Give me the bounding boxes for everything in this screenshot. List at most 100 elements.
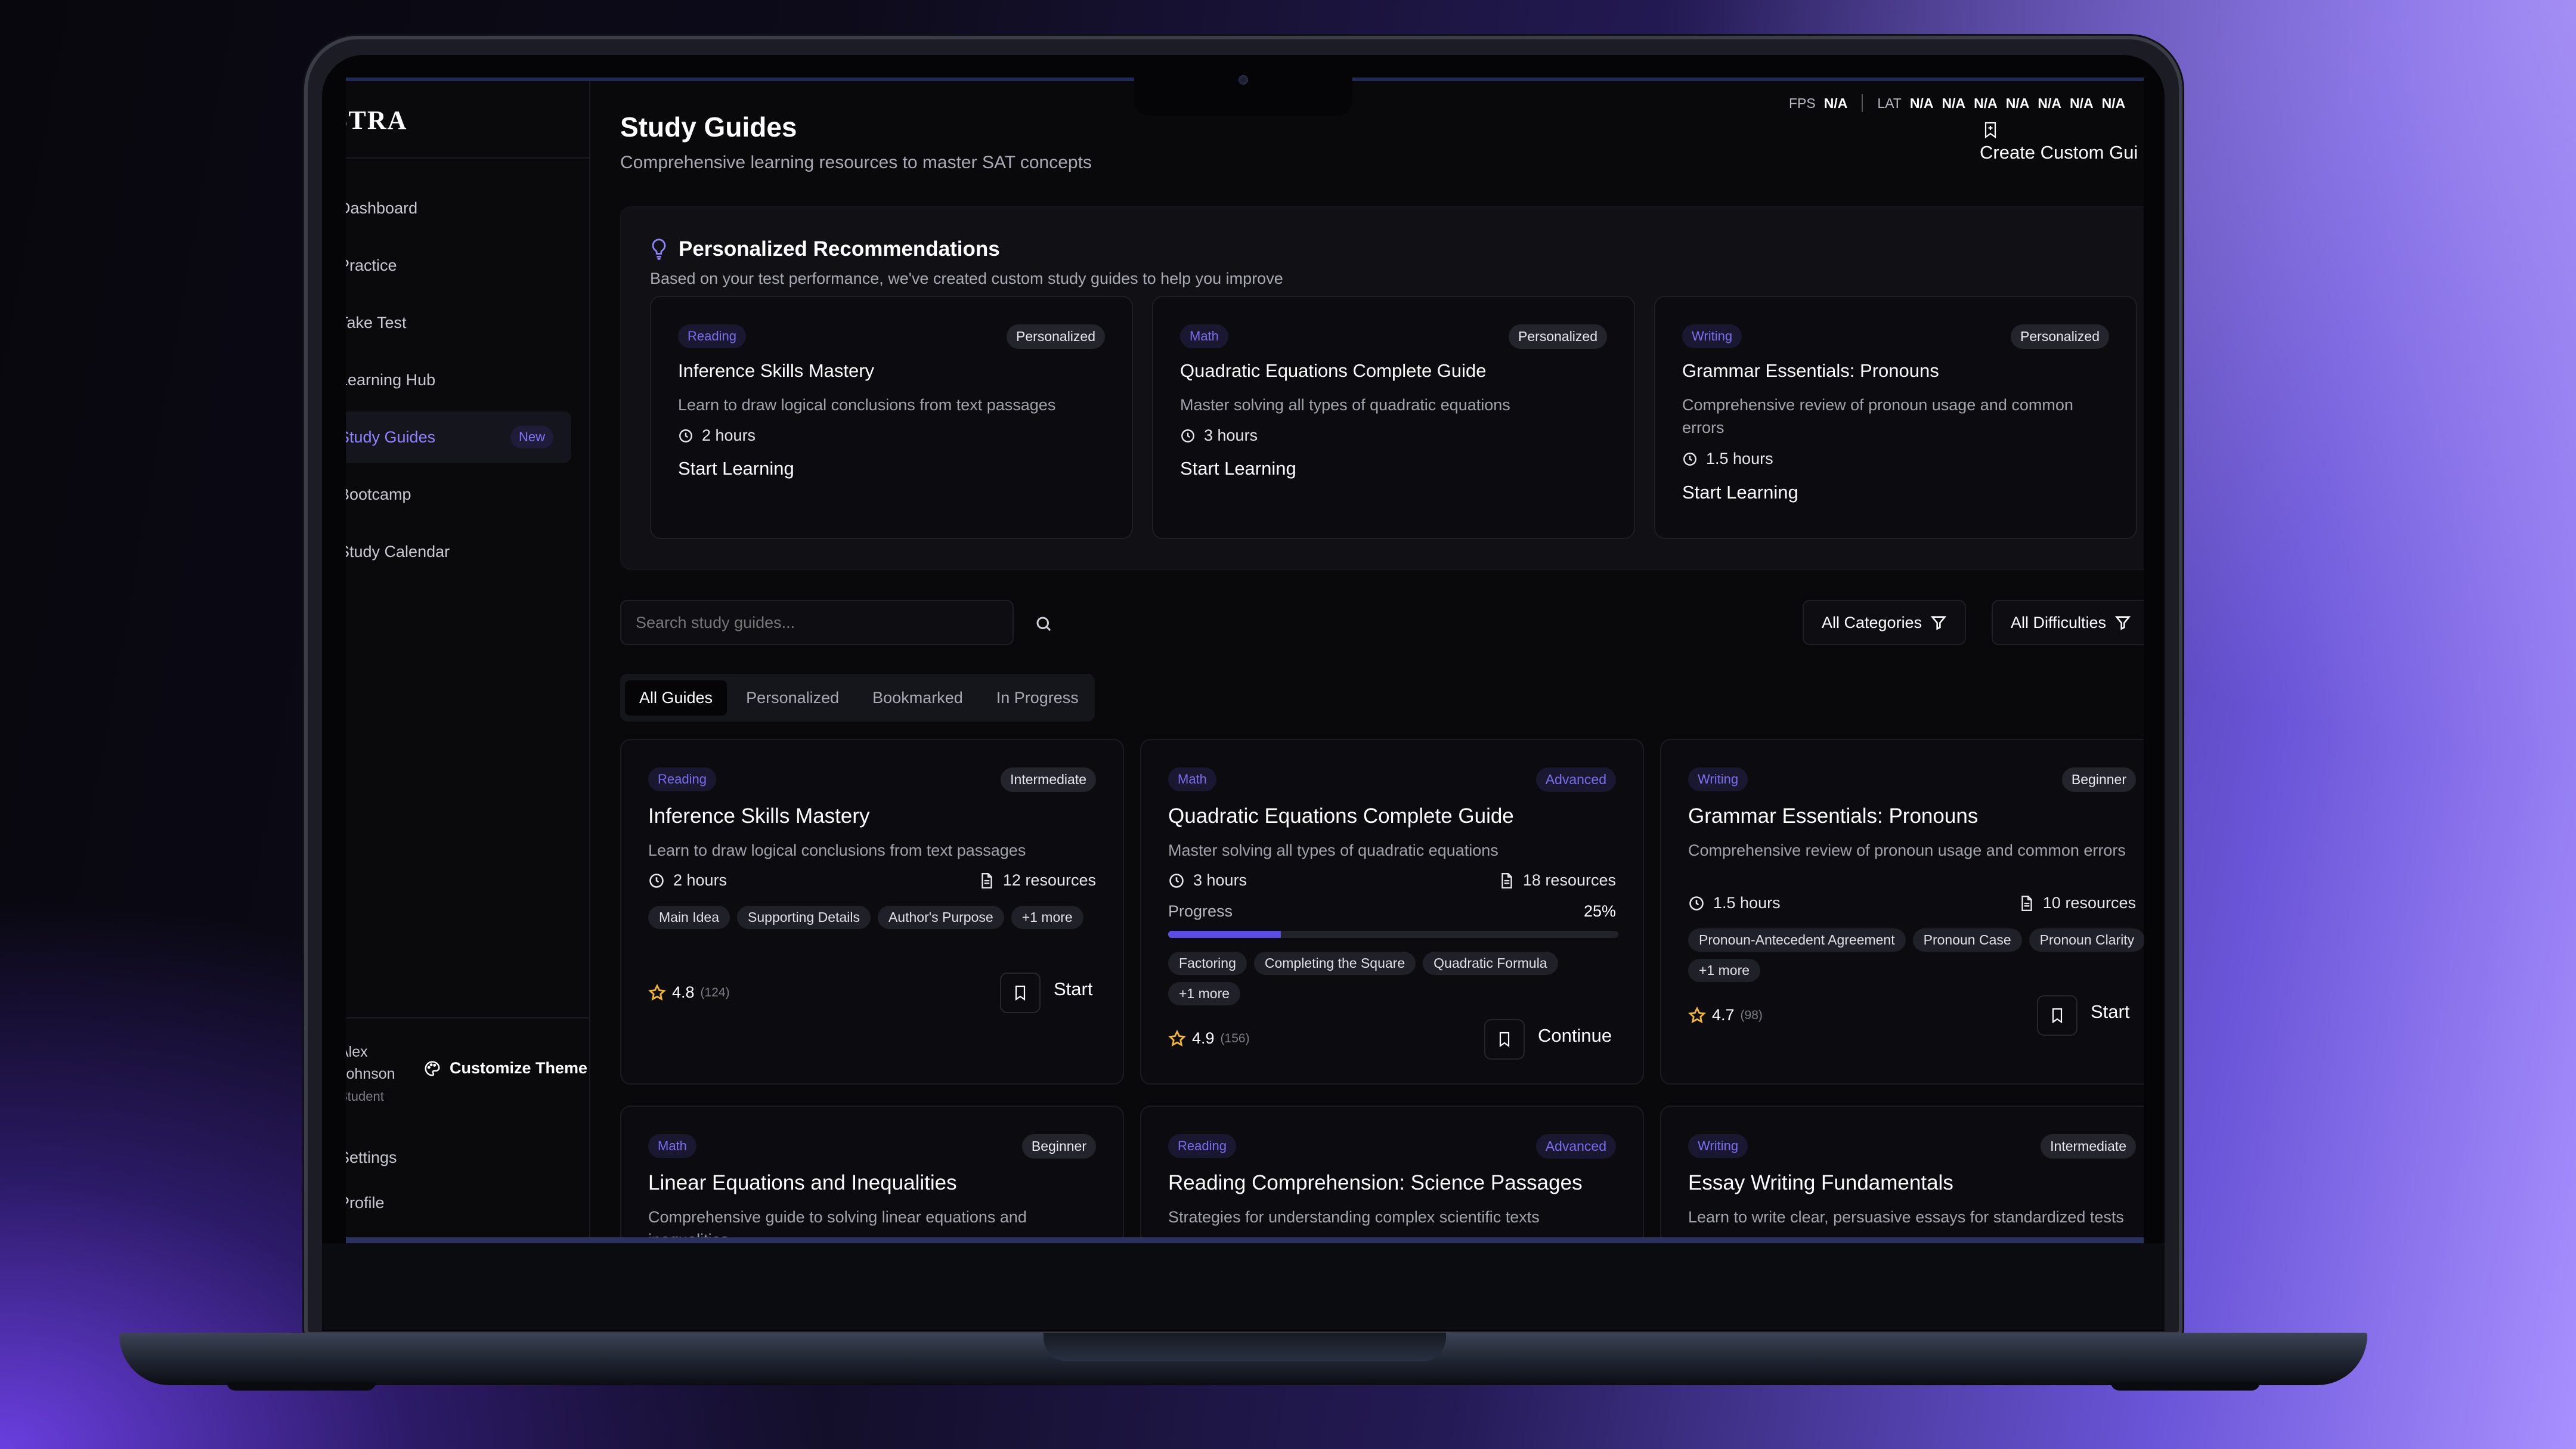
bookmark-icon <box>1499 1032 1510 1048</box>
progress-label: Progress <box>1168 902 1233 920</box>
filter-icon <box>1930 616 1947 630</box>
guide-card[interactable]: Reading Advanced Reading Comprehension: … <box>1140 1106 1644 1243</box>
progress-percent: 25% <box>1583 902 1616 920</box>
difficulty-badge: Intermediate <box>2041 1134 2136 1159</box>
profile-link[interactable]: Profile <box>346 1194 385 1212</box>
guide-card[interactable]: Writing Beginner Grammar Essentials: Pro… <box>1660 739 2144 1085</box>
more-topics-chip[interactable]: +1 more <box>1168 982 1241 1005</box>
document-icon <box>982 872 992 888</box>
card-description: Comprehensive review of pronoun usage an… <box>1682 396 2073 436</box>
start-learning-button[interactable]: Start Learning <box>1180 458 1296 479</box>
clock-icon <box>1683 452 1696 466</box>
recommendations-panel: Personalized Recommendations Based on yo… <box>620 206 2144 570</box>
clock-icon <box>1169 873 1184 888</box>
sidebar-item-study-guides[interactable]: Study Guides New <box>346 411 571 463</box>
topic-chips: Pronoun-Antecedent Agreement Pronoun Cas… <box>1688 928 2144 982</box>
more-topics-chip[interactable]: +1 more <box>1688 959 1761 982</box>
document-icon <box>2021 895 2032 911</box>
customize-theme-button[interactable]: Customize Theme <box>423 1059 587 1078</box>
sidebar-item-bootcamp[interactable]: Bootcamp <box>346 469 571 520</box>
rec-card[interactable]: Reading Personalized Inference Skills Ma… <box>650 296 1133 539</box>
start-button[interactable]: Start <box>2091 1001 2129 1023</box>
clock-icon <box>649 873 664 888</box>
laptop-lower-bezel <box>322 1243 2165 1330</box>
topic-chip: Author's Purpose <box>877 906 1004 929</box>
app-screen: STRA Dashboard Practice Take Test Learni… <box>346 78 2144 1243</box>
start-learning-button[interactable]: Start Learning <box>678 458 794 479</box>
settings-link[interactable]: Settings <box>346 1148 397 1167</box>
guide-card[interactable]: Math Advanced Quadratic Equations Comple… <box>1140 739 1644 1085</box>
screen-bottom-edge <box>346 1237 2144 1243</box>
search-input[interactable] <box>620 600 1014 645</box>
tab-in-progress[interactable]: In Progress <box>982 680 1093 716</box>
user-info[interactable]: Alex Johnson Student <box>346 1041 395 1107</box>
duration: 3 hours <box>1168 871 1247 890</box>
search-icon[interactable] <box>1035 615 1052 633</box>
sidebar-divider-bottom <box>346 1017 590 1018</box>
bookmark-button[interactable] <box>1000 973 1041 1013</box>
bookmark-icon <box>2052 1008 2063 1024</box>
recommendations-subtitle: Based on your test performance, we've cr… <box>650 270 1283 287</box>
topic-chip: Quadratic Formula <box>1423 952 1558 975</box>
star-icon <box>1688 1006 1706 1023</box>
tab-all-guides[interactable]: All Guides <box>625 680 727 716</box>
sidebar-item-study-calendar[interactable]: Study Calendar <box>346 526 571 577</box>
topic-chip: Completing the Square <box>1253 952 1416 975</box>
guide-card[interactable]: Math Beginner Linear Equations and Inequ… <box>620 1106 1124 1243</box>
camera-icon <box>1239 75 1248 85</box>
start-button[interactable]: Start <box>1054 979 1092 1000</box>
guide-description: Comprehensive review of pronoun usage an… <box>1688 841 2126 859</box>
card-title: Grammar Essentials: Pronouns <box>1682 360 1939 381</box>
topic-chip: Pronoun Clarity <box>2029 928 2144 952</box>
bookmark-button[interactable] <box>2037 995 2077 1036</box>
clock-icon <box>1689 896 1704 911</box>
personalized-badge: Personalized <box>1509 324 1607 349</box>
guide-title: Grammar Essentials: Pronouns <box>1688 804 1979 828</box>
sidebar-item-take-test[interactable]: Take Test <box>346 297 571 348</box>
card-description: Master solving all types of quadratic eq… <box>1180 396 1510 414</box>
guide-title: Reading Comprehension: Science Passages <box>1168 1171 1583 1194</box>
topic-chip: Pronoun-Antecedent Agreement <box>1688 928 1906 952</box>
rec-card[interactable]: Writing Personalized Grammar Essentials:… <box>1654 296 2137 539</box>
sidebar-nav: Dashboard Practice Take Test Learning Hu… <box>346 182 590 583</box>
filter-icon <box>2114 616 2131 630</box>
guide-description: Master solving all types of quadratic eq… <box>1168 841 1498 859</box>
continue-button[interactable]: Continue <box>1538 1025 1612 1046</box>
guide-title: Quadratic Equations Complete Guide <box>1168 804 1514 828</box>
sidebar: STRA Dashboard Practice Take Test Learni… <box>346 81 590 1243</box>
clock-icon <box>1181 429 1194 442</box>
progress-bar <box>1168 931 1618 938</box>
laptop-foot-left <box>227 1382 376 1391</box>
more-topics-chip[interactable]: +1 more <box>1011 906 1083 929</box>
resources-count: 12 resources <box>979 871 1096 890</box>
sidebar-item-learning-hub[interactable]: Learning Hub <box>346 354 571 405</box>
lightbulb-icon <box>652 239 666 260</box>
guide-card[interactable]: Reading Intermediate Inference Skills Ma… <box>620 739 1124 1085</box>
category-filter[interactable]: All Categories <box>1803 600 1967 645</box>
duration: 1.5 hours <box>1688 894 1781 912</box>
guide-card[interactable]: Writing Intermediate Essay Writing Funda… <box>1660 1106 2144 1243</box>
progress-bar-fill <box>1168 931 1281 938</box>
tab-personalized[interactable]: Personalized <box>732 680 853 716</box>
duration: 2 hours <box>648 871 727 890</box>
tab-bookmarked[interactable]: Bookmarked <box>858 680 977 716</box>
difficulty-badge: Intermediate <box>1001 767 1096 792</box>
app-logo[interactable]: STRA <box>346 105 407 153</box>
start-learning-button[interactable]: Start Learning <box>1682 482 1798 503</box>
card-title: Quadratic Equations Complete Guide <box>1180 360 1487 381</box>
perf-overlay: FPS N/A LAT N/A N/A N/A N/A N/A N/A N/A <box>1789 94 2125 112</box>
topic-chip: Main Idea <box>648 906 730 929</box>
category-badge: Reading <box>648 767 716 791</box>
create-custom-guide-button[interactable]: Create Custom Gui <box>1980 122 2138 163</box>
sidebar-item-dashboard[interactable]: Dashboard <box>346 182 571 234</box>
rating: 4.9 (156) <box>1168 1029 1250 1048</box>
bookmark-button[interactable] <box>1484 1019 1525 1060</box>
user-role: Student <box>346 1089 384 1104</box>
difficulty-filter[interactable]: All Difficulties <box>1992 600 2144 645</box>
clock-icon <box>679 429 692 442</box>
rec-card[interactable]: Math Personalized Quadratic Equations Co… <box>1152 296 1635 539</box>
laptop-base-groove <box>1044 1333 1446 1361</box>
sidebar-item-practice[interactable]: Practice <box>346 240 571 291</box>
card-title: Inference Skills Mastery <box>678 360 875 381</box>
rating: 4.7 (98) <box>1688 1006 1763 1024</box>
